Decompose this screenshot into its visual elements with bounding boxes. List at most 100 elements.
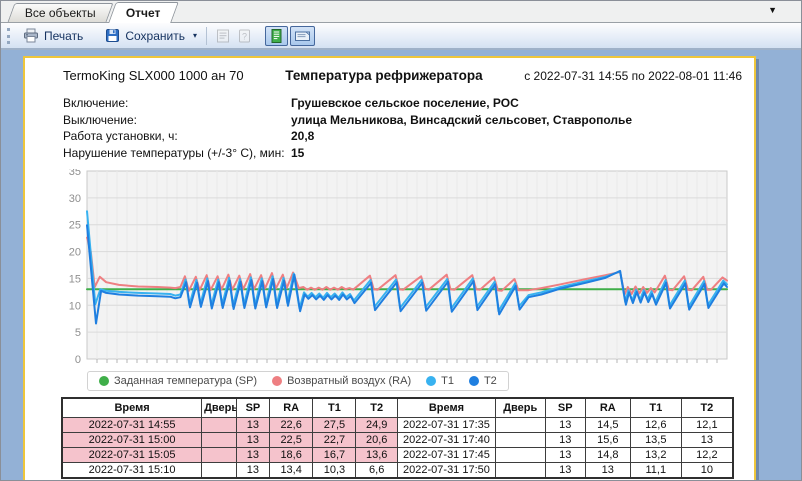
info-label: Работа установки, ч: — [63, 128, 291, 145]
table-row: 2022-07-31 15:051318,616,713,62022-07-31… — [62, 447, 733, 462]
table-cell — [202, 432, 237, 447]
legend-label: Заданная температура (SP) — [114, 375, 257, 387]
chart-legend: Заданная температура (SP) Возвратный возд… — [87, 371, 509, 391]
report-header: TermoKing SLX000 1000 ан 70 Температура … — [63, 68, 742, 83]
tab-all-objects[interactable]: Все объекты — [8, 3, 114, 22]
info-label: Включение: — [63, 95, 291, 112]
tab-all-objects-label: Все объекты — [25, 4, 96, 22]
tab-report[interactable]: Отчет — [108, 2, 178, 23]
table-header-cell: RA — [585, 398, 630, 417]
legend-dot-icon — [272, 376, 282, 386]
table-cell: 13 — [545, 462, 585, 478]
svg-text:35: 35 — [69, 169, 81, 178]
table-cell: 2022-07-31 17:40 — [397, 432, 495, 447]
table-cell: 2022-07-31 15:00 — [62, 432, 202, 447]
save-dropdown-caret-icon[interactable]: ▾ — [192, 29, 201, 42]
legend-label: T1 — [441, 375, 454, 387]
table-cell: 18,6 — [269, 447, 313, 462]
report-viewport: TermoKing SLX000 1000 ан 70 Температура … — [1, 50, 801, 480]
legend-item: Заданная температура (SP) — [99, 375, 257, 387]
table-cell — [495, 447, 545, 462]
table-row: 2022-07-31 15:00 1322,522,720,62022-07-31… — [62, 432, 733, 447]
table-header-cell: Время — [62, 398, 202, 417]
table-cell: 13 — [236, 447, 269, 462]
table-cell: 22,5 — [269, 432, 313, 447]
save-button-label: Сохранить — [125, 29, 185, 43]
info-value: 15 — [291, 145, 304, 162]
report-info-row: Работа установки, ч:20,8 — [63, 128, 754, 145]
table-cell: 14,5 — [585, 417, 630, 432]
legend-item: T2 — [469, 375, 497, 387]
table-cell: 15,6 — [585, 432, 630, 447]
svg-text:0: 0 — [75, 354, 81, 366]
table-cell — [202, 447, 237, 462]
svg-text:5: 5 — [75, 327, 81, 339]
printer-icon — [23, 28, 39, 43]
report-info-row: Включение:Грушевское сельское поселение,… — [63, 95, 754, 112]
table-header-cell: Дверь — [202, 398, 237, 417]
legend-dot-icon — [99, 376, 109, 386]
svg-text:30: 30 — [69, 193, 81, 205]
chart-container: 05101520253035 — [57, 169, 754, 367]
save-button[interactable]: Сохранить — [98, 26, 192, 45]
svg-text:?: ? — [242, 31, 247, 41]
table-cell: 2022-07-31 15:05 — [62, 447, 202, 462]
info-label: Нарушение температуры (+/-3° С), мин: — [63, 145, 291, 162]
table-row: 2022-07-31 15:101313,410,36,62022-07-31 … — [62, 462, 733, 478]
report-title: Температура рефрижератора — [285, 68, 482, 83]
table-cell: 22,7 — [313, 432, 356, 447]
table-cell: 13,2 — [630, 447, 681, 462]
table-row: 2022-07-31 14:551322,627,524,92022-07-31… — [62, 417, 733, 432]
table-cell: 13 — [236, 432, 269, 447]
table-header-cell: RA — [269, 398, 313, 417]
svg-text:10: 10 — [69, 300, 81, 312]
toolbar-separator — [206, 27, 207, 45]
table-cell: 6,6 — [356, 462, 398, 478]
legend-dot-icon — [426, 376, 436, 386]
table-cell: 13,4 — [269, 462, 313, 478]
table-cell: 2022-07-31 17:45 — [397, 447, 495, 462]
table-cell — [202, 417, 237, 432]
page-setup-button[interactable] — [212, 26, 234, 46]
legend-label: T2 — [484, 375, 497, 387]
report-info: Включение:Грушевское сельское поселение,… — [63, 95, 754, 161]
help-icon: ? — [237, 28, 252, 44]
table-cell: 20,6 — [356, 432, 398, 447]
landscape-view-icon — [294, 28, 311, 44]
portrait-view-button[interactable] — [265, 26, 288, 46]
table-header-cell: T1 — [313, 398, 356, 417]
table-cell: 13 — [236, 417, 269, 432]
table-cell: 16,7 — [313, 447, 356, 462]
table-cell: 24,9 — [356, 417, 398, 432]
legend-item: T1 — [426, 375, 454, 387]
legend-dot-icon — [469, 376, 479, 386]
page-setup-icon — [215, 28, 231, 44]
svg-text:25: 25 — [69, 220, 81, 232]
report-info-row: Выключение:улица Мельникова, Винсадский … — [63, 112, 754, 129]
table-cell: 2022-07-31 15:10 — [62, 462, 202, 478]
table-cell: 12,1 — [681, 417, 733, 432]
toolbar-grip-handle[interactable] — [7, 28, 10, 44]
table-cell: 10,3 — [313, 462, 356, 478]
table-cell: 13 — [585, 462, 630, 478]
landscape-view-button[interactable] — [290, 26, 315, 46]
table-cell: 13 — [236, 462, 269, 478]
info-value: улица Мельникова, Винсадский сельсовет, … — [291, 112, 632, 129]
table-cell: 11,1 — [630, 462, 681, 478]
table-header-cell: T2 — [356, 398, 398, 417]
app-window: Все объекты Отчет ▼ Печать — [0, 0, 802, 481]
table-cell: 12,2 — [681, 447, 733, 462]
table-cell — [495, 462, 545, 478]
tab-overflow-arrow-icon[interactable]: ▼ — [768, 5, 777, 15]
legend-item: Возвратный воздух (RA) — [272, 375, 411, 387]
report-info-row: Нарушение температуры (+/-3° С), мин:15 — [63, 145, 754, 162]
table-cell: 14,8 — [585, 447, 630, 462]
report-table: ВремяДверьSPRAT1T2ВремяДверьSPRAT1T2 202… — [61, 397, 734, 479]
table-header-cell: SP — [236, 398, 269, 417]
print-button[interactable]: Печать — [16, 26, 90, 45]
floppy-icon — [105, 28, 120, 43]
print-button-label: Печать — [44, 29, 83, 43]
help-button[interactable]: ? — [234, 26, 255, 46]
report-unit-name: TermoKing SLX000 1000 ан 70 — [63, 68, 244, 83]
report-page: TermoKing SLX000 1000 ан 70 Температура … — [23, 56, 756, 480]
